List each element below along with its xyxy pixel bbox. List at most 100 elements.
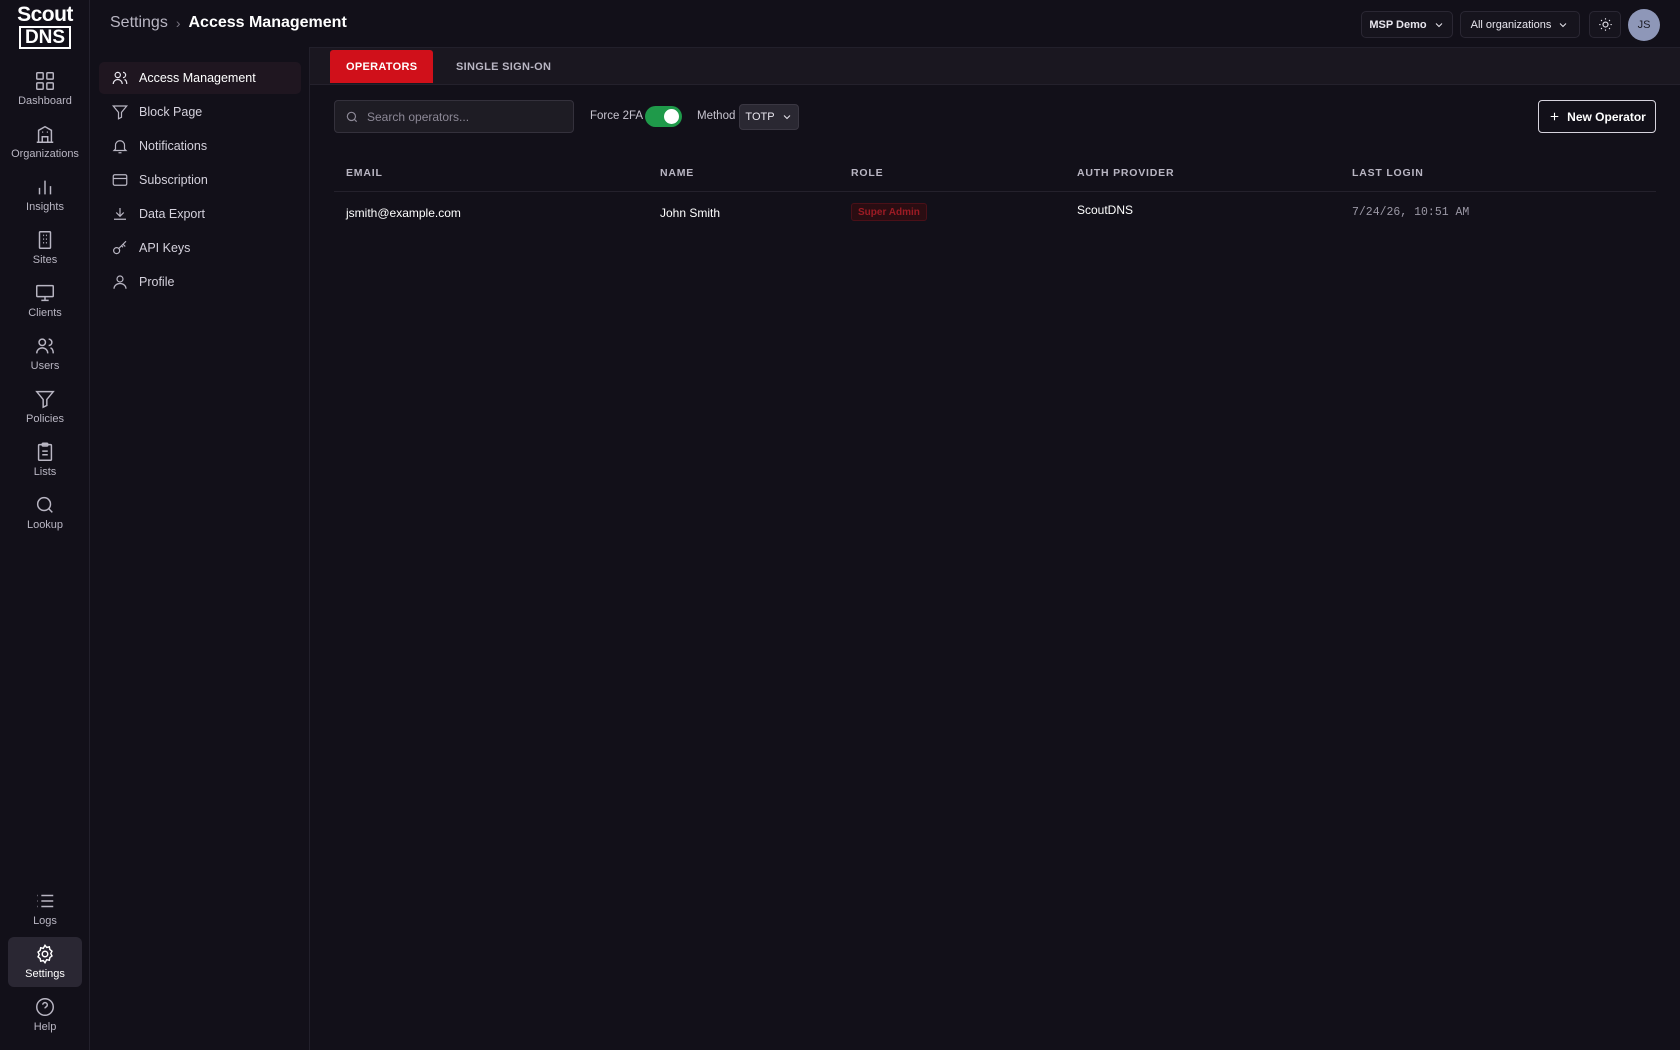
force-2fa-label: Force 2FA <box>590 110 644 122</box>
column-header-email[interactable]: EMAIL <box>346 167 383 179</box>
column-header-last-login[interactable]: LAST LOGIN <box>1352 167 1424 179</box>
rail-item-users[interactable]: Users <box>8 329 82 379</box>
help-icon <box>34 996 56 1018</box>
office-icon <box>34 229 56 251</box>
bell-icon <box>111 137 129 155</box>
rail-label: Sites <box>32 254 58 266</box>
page-title: Access Management <box>188 14 347 31</box>
subnav-label: Block Page <box>139 105 203 119</box>
search-icon <box>34 494 56 516</box>
tabs-bar: OPERATORS SINGLE SIGN-ON <box>310 48 1680 85</box>
bar-chart-icon <box>34 176 56 198</box>
rail-item-lists[interactable]: Lists <box>8 435 82 485</box>
column-header-name[interactable]: NAME <box>660 167 694 179</box>
rail-label: Settings <box>25 968 65 980</box>
new-operator-label: New Operator <box>1567 109 1646 124</box>
card-icon <box>111 171 129 189</box>
subnav-item-block-page[interactable]: Block Page <box>99 96 301 128</box>
organization-selector[interactable]: All organizations <box>1460 11 1580 38</box>
main-nav-rail: Scout DNS Dashboard Organizations Insigh… <box>0 0 90 1050</box>
cell-last-login: 7/24/26, 10:51 AM <box>1352 206 1470 219</box>
rail-item-settings[interactable]: Settings <box>8 937 82 987</box>
rail-label: Help <box>33 1021 57 1033</box>
cell-auth-provider: ScoutDNS <box>1077 203 1134 217</box>
msp-selector-label: MSP Demo <box>1369 18 1427 31</box>
download-icon <box>111 205 129 223</box>
users-icon <box>34 335 56 357</box>
rail-item-clients[interactable]: Clients <box>8 276 82 326</box>
breadcrumb: Settings › Access Management <box>110 14 347 32</box>
force-2fa-toggle[interactable] <box>645 106 682 127</box>
subnav-item-subscription[interactable]: Subscription <box>99 164 301 196</box>
top-header: Settings › Access Management MSP Demo Al… <box>90 0 1680 48</box>
subnav-label: Notifications <box>139 139 208 153</box>
subnav-label: Access Management <box>139 71 256 85</box>
user-icon <box>111 273 129 291</box>
subnav-label: Subscription <box>139 173 208 187</box>
rail-item-insights[interactable]: Insights <box>8 170 82 220</box>
table-row[interactable]: jsmith@example.com John Smith Super Admi… <box>334 192 1656 232</box>
column-header-auth-provider[interactable]: AUTH PROVIDER <box>1077 167 1174 179</box>
rail-label: Logs <box>33 915 57 927</box>
settings-sidebar: Access Management Block Page Notificatio… <box>90 47 310 1050</box>
method-label: Method <box>697 110 736 122</box>
role-badge: Super Admin <box>851 203 927 221</box>
column-header-role[interactable]: ROLE <box>851 167 883 179</box>
rail-label: Lists <box>33 466 57 478</box>
gear-icon <box>34 943 56 965</box>
rail-label: Dashboard <box>18 95 72 107</box>
clipboard-icon <box>34 441 56 463</box>
operator-search[interactable] <box>334 100 574 133</box>
toggle-knob <box>664 109 679 124</box>
organization-selector-label: All organizations <box>1470 18 1552 31</box>
rail-item-organizations[interactable]: Organizations <box>8 117 82 167</box>
logo-line-1: Scout <box>17 3 73 26</box>
chevron-down-icon <box>1557 19 1569 31</box>
rail-item-dashboard[interactable]: Dashboard <box>8 64 82 114</box>
building-icon <box>34 123 56 145</box>
subnav-item-api-keys[interactable]: API Keys <box>99 232 301 264</box>
user-avatar[interactable]: JS <box>1628 9 1660 41</box>
rail-item-help[interactable]: Help <box>8 990 82 1040</box>
rail-item-logs[interactable]: Logs <box>8 884 82 934</box>
theme-toggle-button[interactable] <box>1589 11 1621 38</box>
breadcrumb-root[interactable]: Settings <box>110 14 168 32</box>
subnav-item-access-management[interactable]: Access Management <box>99 62 301 94</box>
rail-item-lookup[interactable]: Lookup <box>8 488 82 538</box>
tab-single-sign-on[interactable]: SINGLE SIGN-ON <box>440 50 567 83</box>
subnav-item-data-export[interactable]: Data Export <box>99 198 301 230</box>
cell-email: jsmith@example.com <box>346 206 461 220</box>
rail-label: Organizations <box>11 148 79 160</box>
subnav-item-notifications[interactable]: Notifications <box>99 130 301 162</box>
key-icon <box>111 239 129 257</box>
plus-icon <box>1548 110 1561 123</box>
logo-line-2: DNS <box>18 26 72 49</box>
new-operator-button[interactable]: New Operator <box>1538 100 1656 133</box>
msp-selector[interactable]: MSP Demo <box>1361 11 1453 38</box>
rail-label: Policies <box>26 413 64 425</box>
subnav-label: Profile <box>139 275 175 289</box>
users-icon <box>111 69 129 87</box>
filter-icon <box>34 388 56 410</box>
method-select[interactable]: TOTP <box>739 104 799 130</box>
rail-item-policies[interactable]: Policies <box>8 382 82 432</box>
tab-operators[interactable]: OPERATORS <box>330 50 434 83</box>
table-header: EMAIL NAME ROLE AUTH PROVIDER LAST LOGIN <box>334 158 1656 192</box>
rail-label: Lookup <box>26 519 64 531</box>
scoutdns-logo[interactable]: Scout DNS <box>16 3 74 49</box>
sun-icon <box>1598 17 1613 32</box>
chevron-down-icon <box>1433 19 1445 31</box>
rail-label: Clients <box>28 307 62 319</box>
method-value: TOTP <box>745 111 775 123</box>
chevron-right-icon: › <box>175 15 181 31</box>
search-input[interactable] <box>367 109 567 124</box>
subnav-label: Data Export <box>139 207 206 221</box>
rail-label: Insights <box>26 201 64 213</box>
list-icon <box>34 890 56 912</box>
subnav-item-profile[interactable]: Profile <box>99 266 301 298</box>
monitor-icon <box>34 282 56 304</box>
subnav-label: API Keys <box>139 241 191 255</box>
rail-item-sites[interactable]: Sites <box>8 223 82 273</box>
rail-label: Users <box>30 360 60 372</box>
cell-name: John Smith <box>660 206 721 220</box>
